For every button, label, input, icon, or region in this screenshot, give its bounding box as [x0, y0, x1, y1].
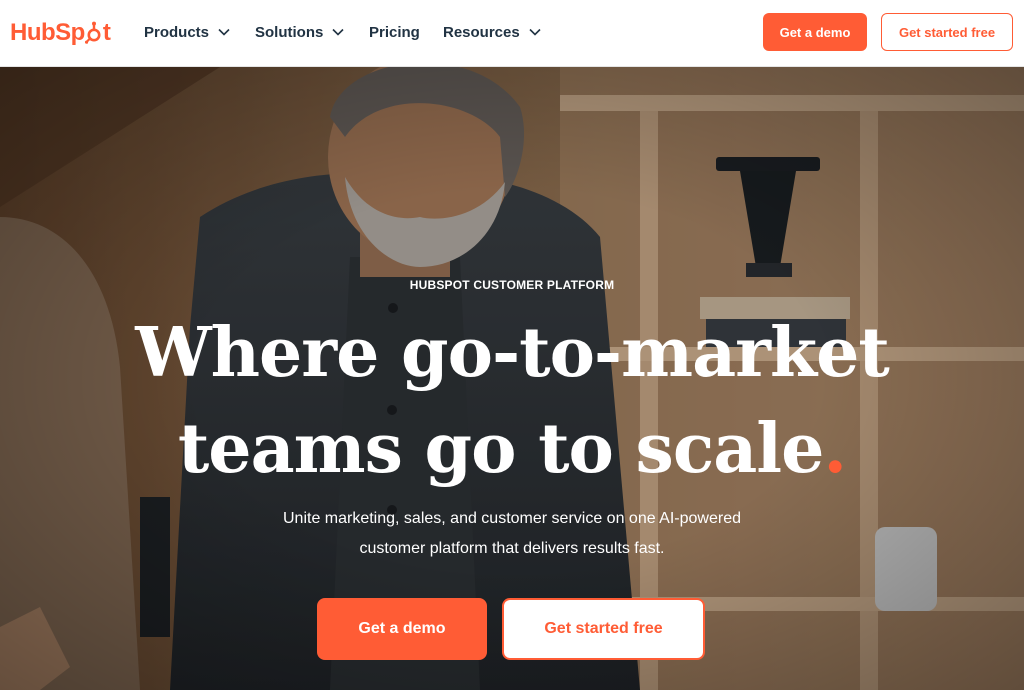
hubspot-logo[interactable]: Hub Sp t	[10, 17, 111, 49]
chevron-down-icon	[529, 28, 541, 36]
nav-get-started-free-button[interactable]: Get started free	[881, 13, 1013, 51]
nav-resources-label: Resources	[443, 23, 520, 41]
hero-subtitle-line1: Unite marketing, sales, and customer ser…	[282, 510, 741, 527]
chevron-down-icon	[332, 28, 344, 36]
hero-section: HUBSPOT CUSTOMER PLATFORM Where go-to-ma…	[0, 67, 1024, 690]
top-navigation: Hub Sp t Products Solutions Pricing Resou…	[0, 0, 1024, 67]
nav-solutions[interactable]: Solutions	[255, 20, 345, 44]
logo-text-hub: Hub	[10, 19, 56, 46]
nav-resources[interactable]: Resources	[443, 20, 542, 44]
logo-text-sp: Sp	[55, 19, 85, 46]
logo-text-t: t	[102, 19, 111, 46]
hero-headline-period: .	[823, 409, 847, 489]
nav-solutions-label: Solutions	[255, 23, 324, 41]
hero-subtitle-line2: customer platform that delivers results …	[359, 540, 665, 557]
nav-get-demo-button[interactable]: Get a demo	[763, 13, 867, 51]
hero-headline: Where go-to-market teams go to scale.	[0, 305, 1024, 497]
nav-products-label: Products	[144, 23, 210, 41]
sprocket-icon	[84, 21, 103, 45]
hero-get-demo-button[interactable]: Get a demo	[317, 598, 487, 660]
hero-headline-line2: teams go to scale	[177, 409, 825, 489]
nav-products[interactable]: Products	[144, 20, 231, 44]
nav-pricing-label: Pricing	[369, 23, 420, 41]
hero-eyebrow: HUBSPOT CUSTOMER PLATFORM	[409, 278, 615, 292]
hero-get-started-free-button[interactable]: Get started free	[502, 598, 705, 660]
chevron-down-icon	[218, 28, 230, 36]
hero-subtitle: Unite marketing, sales, and customer ser…	[212, 504, 812, 564]
hero-headline-line1: Where go-to-market	[135, 313, 890, 393]
nav-pricing[interactable]: Pricing	[369, 20, 420, 44]
